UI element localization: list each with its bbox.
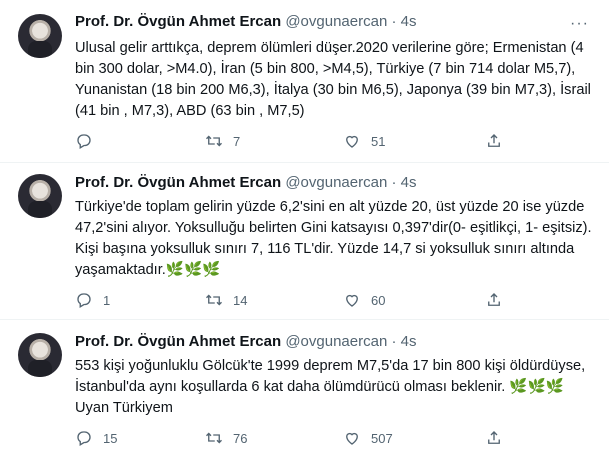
separator-dot: · <box>391 13 397 30</box>
tweet-actions: 15 76 507 <box>75 427 525 449</box>
tweet-actions: 1 14 60 <box>75 289 525 311</box>
tweet-time[interactable]: 4s <box>401 13 417 30</box>
reply-button[interactable]: 15 <box>75 427 117 449</box>
reply-button[interactable] <box>75 130 103 152</box>
share-button[interactable] <box>485 427 513 449</box>
tweet-time[interactable]: 4s <box>401 333 417 350</box>
tweet-time[interactable]: 4s <box>401 174 417 191</box>
tweet-header: Prof. Dr. Övgün Ahmet Ercan @ovgunaercan… <box>75 332 416 352</box>
tweet-text: Türkiye'de toplam gelirin yüzde 6,2'sini… <box>75 199 592 278</box>
like-icon <box>343 429 361 447</box>
retweet-button[interactable]: 7 <box>205 130 240 152</box>
author-handle[interactable]: @ovgunaercan <box>285 174 387 191</box>
author-name[interactable]: Prof. Dr. Övgün Ahmet Ercan <box>75 333 281 350</box>
separator-dot: · <box>391 333 397 350</box>
author-name[interactable]: Prof. Dr. Övgün Ahmet Ercan <box>75 174 281 191</box>
avatar[interactable] <box>18 333 62 377</box>
tweet-2[interactable]: Prof. Dr. Övgün Ahmet Ercan @ovgunaercan… <box>0 163 609 320</box>
retweet-count: 7 <box>233 133 241 149</box>
author-handle[interactable]: @ovgunaercan <box>285 333 387 350</box>
retweet-icon <box>205 429 223 447</box>
like-button[interactable]: 507 <box>343 427 393 449</box>
retweet-button[interactable]: 76 <box>205 427 247 449</box>
separator-dot: · <box>391 174 397 191</box>
share-icon <box>485 291 503 309</box>
share-button[interactable] <box>485 130 513 152</box>
share-icon <box>485 429 503 447</box>
author-handle[interactable]: @ovgunaercan <box>285 13 387 30</box>
tweet-3[interactable]: Prof. Dr. Övgün Ahmet Ercan @ovgunaercan… <box>0 320 609 458</box>
reply-icon <box>75 291 93 309</box>
more-icon[interactable]: ··· <box>570 16 589 32</box>
retweet-count: 76 <box>233 430 248 446</box>
reply-icon <box>75 132 93 150</box>
tweet-text: Ulusal gelir arttıkça, deprem ölümleri d… <box>75 40 591 119</box>
share-icon <box>485 132 503 150</box>
author-name[interactable]: Prof. Dr. Övgün Ahmet Ercan <box>75 13 281 30</box>
avatar[interactable] <box>18 174 62 218</box>
retweet-count: 14 <box>233 292 248 308</box>
reply-icon <box>75 429 93 447</box>
like-count: 507 <box>371 430 393 446</box>
tweet-header: Prof. Dr. Övgün Ahmet Ercan @ovgunaercan… <box>75 173 416 193</box>
reply-count: 1 <box>103 292 111 308</box>
tweet-text: 553 kişi yoğunluklu Gölcük'te 1999 depre… <box>75 358 586 416</box>
retweet-button[interactable]: 14 <box>205 289 247 311</box>
reply-count: 15 <box>103 430 118 446</box>
share-button[interactable] <box>485 289 513 311</box>
like-icon <box>343 291 361 309</box>
tweet-header: Prof. Dr. Övgün Ahmet Ercan @ovgunaercan… <box>75 12 416 32</box>
like-button[interactable]: 51 <box>343 130 385 152</box>
like-button[interactable]: 60 <box>343 289 385 311</box>
retweet-icon <box>205 291 223 309</box>
tweet-actions: 7 51 <box>75 130 525 152</box>
avatar[interactable] <box>18 14 62 58</box>
like-icon <box>343 132 361 150</box>
like-count: 51 <box>371 133 386 149</box>
reply-button[interactable]: 1 <box>75 289 110 311</box>
retweet-icon <box>205 132 223 150</box>
like-count: 60 <box>371 292 386 308</box>
tweet-1[interactable]: Prof. Dr. Övgün Ahmet Ercan @ovgunaercan… <box>0 0 609 163</box>
